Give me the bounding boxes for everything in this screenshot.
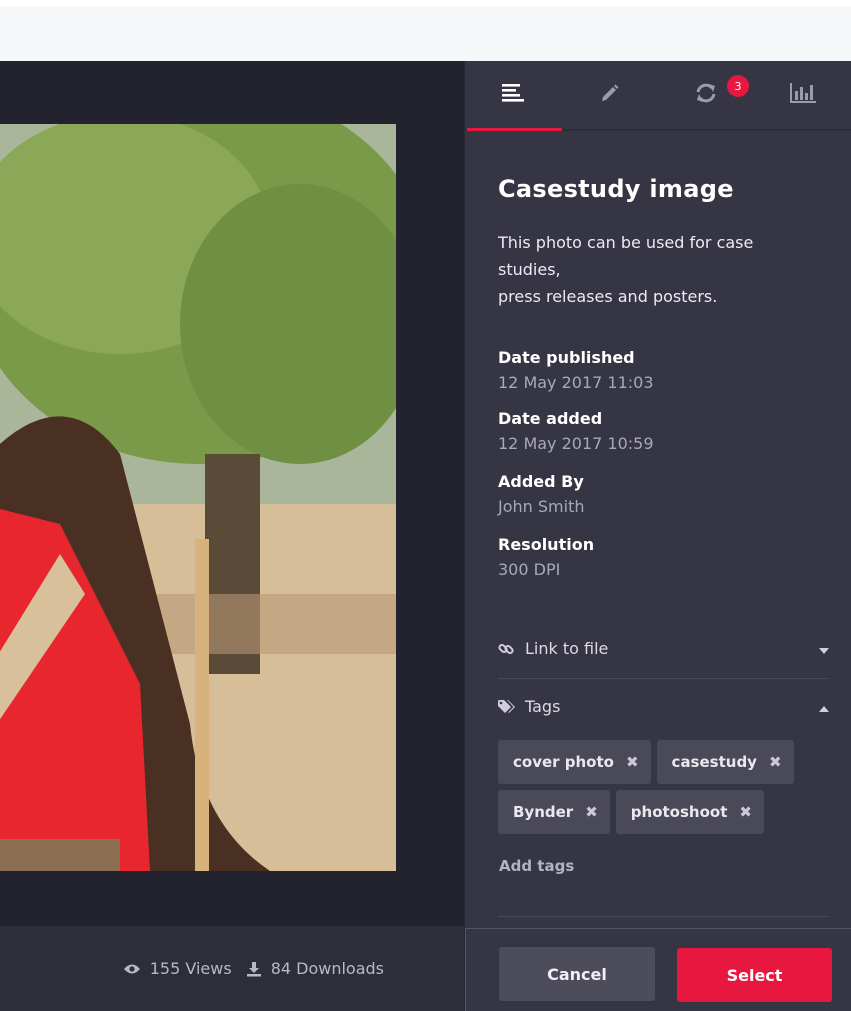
field-added-by: Added By John Smith [498, 472, 818, 516]
field-label: Added By [498, 472, 584, 491]
add-tags-input[interactable]: Add tags [499, 857, 574, 875]
tag-list: cover photo ✖ casestudy ✖ Bynder ✖ photo… [498, 740, 829, 840]
tag-label: casestudy [671, 753, 757, 771]
section-divider [498, 678, 829, 679]
chevron-down-icon [819, 639, 829, 658]
remove-tag-icon[interactable]: ✖ [739, 803, 752, 821]
field-resolution: Resolution 300 DPI [498, 535, 818, 579]
panel-tabs: 3 [465, 61, 851, 131]
tag-label: photoshoot [630, 803, 728, 821]
asset-description: This photo can be used for case studies,… [498, 229, 818, 310]
select-button[interactable]: Select [677, 948, 832, 1002]
field-label: Date added [498, 409, 603, 428]
cancel-button[interactable]: Cancel [499, 947, 655, 1001]
eye-icon [123, 963, 141, 975]
refresh-icon [695, 83, 717, 107]
field-label: Date published [498, 348, 635, 367]
remove-tag-icon[interactable]: ✖ [626, 753, 639, 771]
field-value: 12 May 2017 10:59 [498, 434, 654, 453]
field-date-published: Date published 12 May 2017 11:03 [498, 348, 818, 392]
field-value: 12 May 2017 11:03 [498, 373, 654, 392]
tab-stats[interactable] [755, 61, 851, 129]
field-value: John Smith [498, 497, 585, 516]
tab-edit[interactable] [562, 61, 659, 129]
tag-chip[interactable]: Bynder ✖ [498, 790, 610, 834]
field-value: 300 DPI [498, 560, 561, 579]
chevron-up-icon [819, 697, 829, 716]
tag-icon [498, 699, 525, 714]
tags-toggle[interactable]: Tags [498, 697, 829, 716]
bar-chart-icon [789, 83, 816, 107]
align-left-icon [502, 84, 525, 106]
field-label: Resolution [498, 535, 595, 554]
asset-preview-image [0, 124, 396, 871]
image-viewer: 155 Views 84 Downloads [0, 61, 464, 1011]
tags-label: Tags [525, 697, 561, 716]
downloads-stat: 84 Downloads [246, 959, 384, 978]
remove-tag-icon[interactable]: ✖ [585, 803, 598, 821]
versions-badge: 3 [727, 75, 749, 97]
tag-chip[interactable]: photoshoot ✖ [615, 790, 764, 834]
tag-label: cover photo [513, 753, 614, 771]
section-divider [498, 916, 829, 917]
asset-title: Casestudy image [498, 175, 734, 203]
tag-chip[interactable]: casestudy ✖ [656, 740, 794, 784]
views-count: 155 Views [149, 959, 232, 978]
link-icon [498, 641, 525, 657]
top-bar [0, 0, 851, 61]
remove-tag-icon[interactable]: ✖ [769, 753, 782, 771]
asset-details-panel: 3 Casestudy image This photo can be used… [464, 61, 851, 1011]
description-line: press releases and posters. [498, 287, 718, 306]
tab-details[interactable] [465, 61, 562, 131]
link-to-file-toggle[interactable]: Link to file [498, 639, 829, 658]
pencil-icon [600, 83, 620, 107]
stats-bar: 155 Views 84 Downloads [0, 926, 464, 1011]
panel-footer: Cancel Select [465, 928, 851, 1011]
downloads-count: 84 Downloads [270, 959, 384, 978]
link-to-file-label: Link to file [525, 639, 609, 658]
tag-row: cover photo ✖ casestudy ✖ [498, 740, 829, 784]
download-icon [246, 961, 262, 977]
field-date-added: Date added 12 May 2017 10:59 [498, 409, 818, 453]
views-stat: 155 Views [123, 959, 232, 978]
tag-label: Bynder [513, 803, 574, 821]
tag-row: Bynder ✖ photoshoot ✖ [498, 790, 829, 834]
description-line: This photo can be used for case studies, [498, 233, 754, 279]
tag-chip[interactable]: cover photo ✖ [498, 740, 651, 784]
